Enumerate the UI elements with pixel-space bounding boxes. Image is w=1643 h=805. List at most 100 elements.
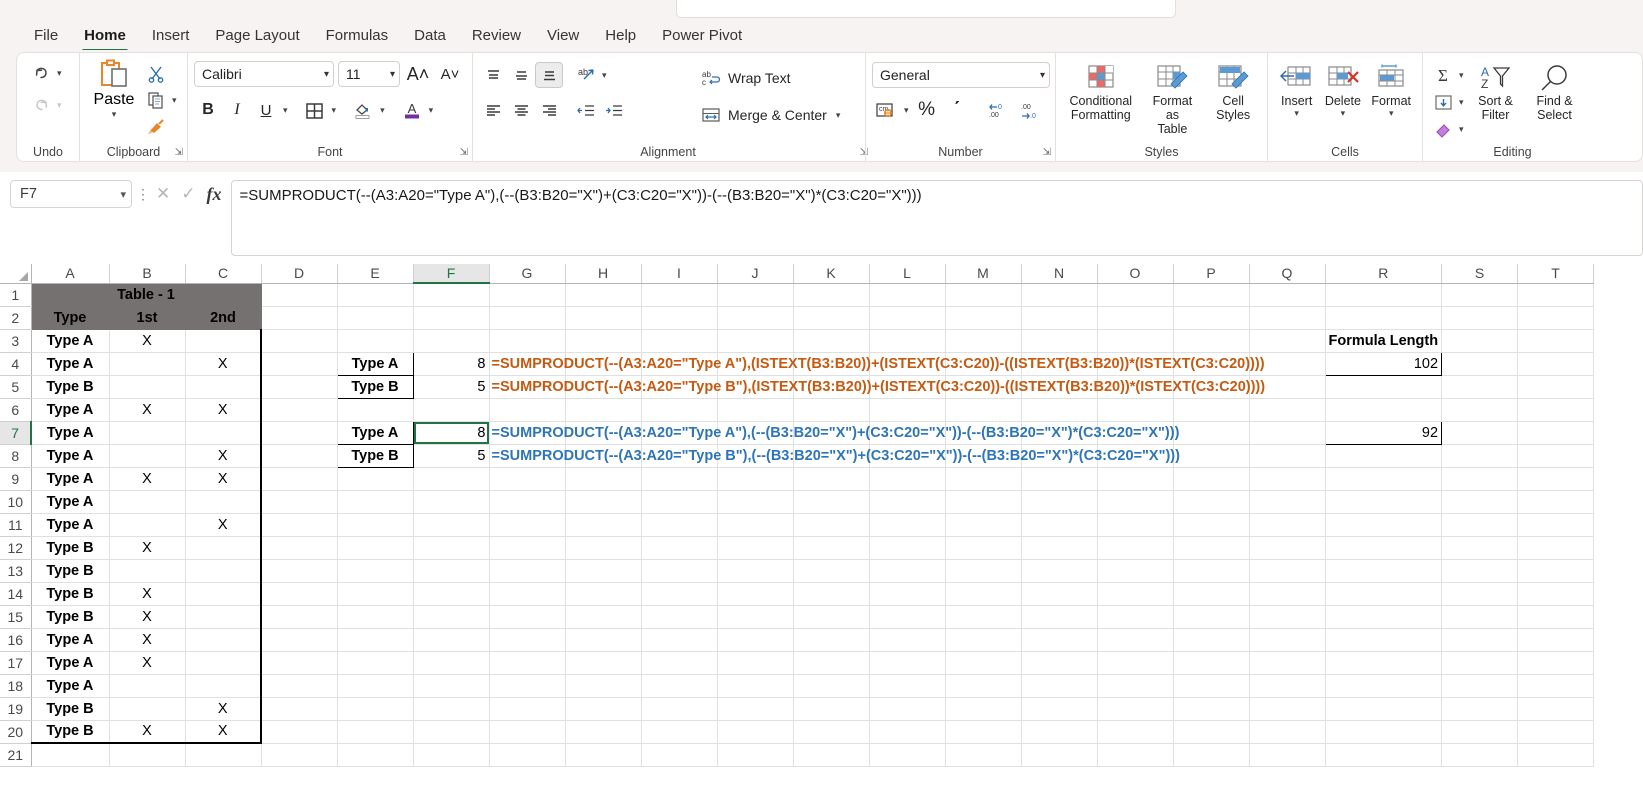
cell-s2[interactable] <box>1441 306 1519 330</box>
cell-s12[interactable] <box>1441 536 1519 560</box>
tab-view[interactable]: View <box>535 23 591 47</box>
column-header-r[interactable]: R <box>1325 264 1443 284</box>
bold-button[interactable]: B <box>194 97 222 123</box>
row-header-4[interactable]: 4 <box>0 352 32 376</box>
align-center-icon[interactable] <box>507 97 535 123</box>
percent-style-button[interactable]: % <box>913 97 941 123</box>
sigma-autosum-icon[interactable]: Σ <box>1429 62 1457 88</box>
cell-m12[interactable] <box>945 536 1022 560</box>
name-box[interactable]: F7 ▾ <box>10 180 132 208</box>
cell-l10[interactable] <box>869 490 946 514</box>
increase-indent-icon[interactable] <box>600 97 628 123</box>
cell-f18[interactable] <box>413 674 490 698</box>
cell-g19[interactable] <box>489 697 566 721</box>
column-header-k[interactable]: K <box>793 264 870 284</box>
cell-b8[interactable] <box>109 444 186 468</box>
cell-f9[interactable] <box>413 467 490 491</box>
cell-i18[interactable] <box>641 674 718 698</box>
cell-d5[interactable] <box>261 375 338 399</box>
cell-j9[interactable] <box>717 467 794 491</box>
cell-a19[interactable]: Type B <box>31 697 110 721</box>
cell-d3[interactable] <box>261 329 338 353</box>
cell-s17[interactable] <box>1441 651 1519 675</box>
cell-j15[interactable] <box>717 605 794 629</box>
cell-h3[interactable] <box>565 329 642 353</box>
find-select-button[interactable]: Find & Select <box>1526 61 1584 142</box>
cell-d13[interactable] <box>261 559 338 583</box>
cell-h19[interactable] <box>565 697 642 721</box>
cell-b20[interactable]: X <box>109 720 186 744</box>
cell-i19[interactable] <box>641 697 718 721</box>
cell-e9[interactable] <box>337 467 414 491</box>
cell-r14[interactable] <box>1325 582 1443 606</box>
cell-t15[interactable] <box>1517 605 1595 629</box>
cell-h21[interactable] <box>565 743 642 767</box>
cell-c3[interactable] <box>185 329 262 353</box>
cell-b18[interactable] <box>109 674 186 698</box>
cell-e5-result-label[interactable]: Type B <box>336 374 414 399</box>
cell-d14[interactable] <box>261 582 338 606</box>
cell-a21[interactable] <box>31 743 110 767</box>
cell-b15[interactable]: X <box>109 605 186 629</box>
format-chevron-icon[interactable]: ▾ <box>1387 108 1396 118</box>
cell-c7[interactable] <box>185 421 262 445</box>
cell-p3[interactable] <box>1173 329 1250 353</box>
cell-i14[interactable] <box>641 582 718 606</box>
cell-g5-formula-text[interactable]: =SUMPRODUCT(--(A3:A20="Type B"),(ISTEXT(… <box>489 375 1265 399</box>
cell-h16[interactable] <box>565 628 642 652</box>
cell-b13[interactable] <box>109 559 186 583</box>
cell-i20[interactable] <box>641 720 718 744</box>
cell-n15[interactable] <box>1021 605 1098 629</box>
fx-insert-function-icon[interactable]: fx <box>207 184 222 205</box>
cell-n6[interactable] <box>1021 398 1098 422</box>
cell-t4[interactable] <box>1517 352 1595 376</box>
cell-f14[interactable] <box>413 582 490 606</box>
cell-e1[interactable] <box>337 283 414 307</box>
cell-d2[interactable] <box>261 306 338 330</box>
cell-t3[interactable] <box>1517 329 1595 353</box>
cell-r21[interactable] <box>1325 743 1443 767</box>
underline-button[interactable]: U <box>252 97 280 123</box>
cell-b19[interactable] <box>109 697 186 721</box>
tab-file[interactable]: File <box>22 23 70 47</box>
cell-q1[interactable] <box>1249 283 1326 307</box>
cell-i15[interactable] <box>641 605 718 629</box>
cell-d8[interactable] <box>261 444 338 468</box>
cell-b16[interactable]: X <box>109 628 186 652</box>
row-header-3[interactable]: 3 <box>0 329 32 353</box>
undo-arrow-icon[interactable] <box>27 60 55 86</box>
cell-i21[interactable] <box>641 743 718 767</box>
cell-c5[interactable] <box>185 375 262 399</box>
cell-m18[interactable] <box>945 674 1022 698</box>
cell-e10[interactable] <box>337 490 414 514</box>
cell-r2[interactable] <box>1325 306 1443 330</box>
insert-cells-button[interactable]: Insert ▾ <box>1274 61 1319 118</box>
column-header-b[interactable]: B <box>109 264 186 284</box>
format-as-table-button[interactable]: Format as Table <box>1140 61 1206 136</box>
column-header-n[interactable]: N <box>1021 264 1098 284</box>
cell-d11[interactable] <box>261 513 338 537</box>
accounting-format-icon[interactable]: cm <box>872 97 900 123</box>
cell-s14[interactable] <box>1441 582 1519 606</box>
cell-q14[interactable] <box>1249 582 1326 606</box>
cell-p15[interactable] <box>1173 605 1250 629</box>
cell-l14[interactable] <box>869 582 946 606</box>
borders-chevron-icon[interactable]: ▾ <box>330 105 339 116</box>
delete-chevron-icon[interactable]: ▾ <box>1339 108 1348 118</box>
cell-q7[interactable] <box>1249 421 1326 445</box>
cell-j16[interactable] <box>717 628 794 652</box>
cell-p10[interactable] <box>1173 490 1250 514</box>
borders-icon[interactable] <box>301 97 329 123</box>
cell-t16[interactable] <box>1517 628 1595 652</box>
format-cells-button[interactable]: Format ▾ <box>1366 61 1416 118</box>
number-format-chevron-icon[interactable]: ▾ <box>1034 70 1045 81</box>
clear-eraser-icon[interactable] <box>1429 116 1457 142</box>
cell-c18[interactable] <box>185 674 262 698</box>
cell-n18[interactable] <box>1021 674 1098 698</box>
cell-p13[interactable] <box>1173 559 1250 583</box>
cell-f6[interactable] <box>413 398 490 422</box>
font-dialog-launcher-icon[interactable]: ⇲ <box>460 148 468 158</box>
cell-c21[interactable] <box>185 743 262 767</box>
decrease-decimal-icon[interactable]: 0.00 <box>984 97 1014 123</box>
cell-i13[interactable] <box>641 559 718 583</box>
